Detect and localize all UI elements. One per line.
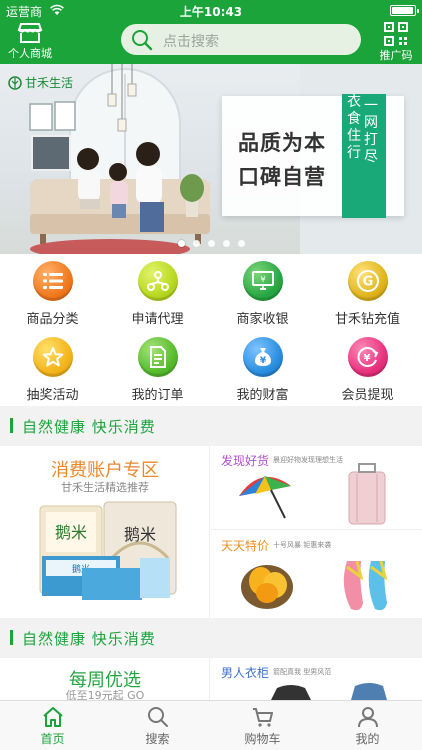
menu-item-my-orders[interactable]: 我的订单: [105, 330, 210, 406]
withdraw-icon: ¥: [347, 337, 388, 377]
feature-menu-grid: 商品分类 申请代理 ¥ 商家收银 G 甘禾钻充值 抽奖活动 我的订单 ¥ 我的财…: [0, 254, 422, 406]
menu-item-diamond-recharge[interactable]: G 甘禾钻充值: [315, 254, 420, 330]
app-screen: 运营商 上午10:43 个人商城 点击搜索 推广码 甘禾生活 品质为本 口碑自营…: [0, 0, 422, 750]
menu-item-label: 抽奖活动: [26, 388, 79, 403]
menu-item-label: 会员提现: [341, 388, 394, 403]
mango-sandals-image: [241, 560, 388, 611]
section-header: 自然健康 快乐消费: [0, 406, 422, 444]
bottom-tab-bar: 首页 搜索 购物车 我的: [0, 700, 422, 750]
tab-home[interactable]: 首页: [0, 701, 105, 750]
menu-item-label: 甘禾钻充值: [334, 312, 400, 327]
banner-logo-text: 甘禾生活: [25, 76, 74, 90]
menu-item-label: 申请代理: [131, 312, 184, 327]
menu-item-lottery[interactable]: 抽奖活动: [0, 330, 105, 406]
promo-code-label: 推广码: [379, 49, 413, 62]
header: 运营商 上午10:43 个人商城 点击搜索 推广码: [0, 0, 422, 64]
tab-label: 我的: [355, 732, 380, 746]
svg-text:¥: ¥: [260, 275, 265, 284]
section-header: 自然健康 快乐消费: [0, 618, 422, 656]
star-icon: [32, 337, 73, 377]
tab-profile[interactable]: 我的: [315, 701, 420, 750]
menu-item-label: 商家收银: [236, 312, 289, 327]
network-icon: [137, 261, 178, 301]
banner-slogan-col2: 衣食住行: [347, 94, 361, 161]
banner-logo: 甘禾生活: [8, 74, 73, 91]
person-icon: [357, 707, 378, 728]
tab-cart[interactable]: 购物车: [210, 701, 315, 750]
tab-label: 搜索: [145, 732, 170, 746]
status-bar: 运营商 上午10:43: [0, 0, 422, 20]
money-bag-icon: ¥: [242, 337, 283, 377]
brand-logo-icon: [8, 75, 22, 90]
mens-wardrobe-tile[interactable]: 男人衣柜 箭配真我 型男风范: [211, 658, 422, 700]
svg-text:¥: ¥: [259, 356, 266, 366]
carousel-dot[interactable]: [192, 240, 200, 247]
personal-shop-label: 个人商城: [8, 47, 52, 60]
shop-icon: [17, 23, 43, 43]
carousel-dot[interactable]: [177, 240, 185, 247]
carousel-indicator: [0, 232, 422, 251]
home-icon: [42, 707, 63, 727]
search-placeholder: 点击搜索: [163, 34, 219, 50]
menu-item-label: 商品分类: [26, 312, 79, 327]
promo-code-button[interactable]: 推广码: [374, 20, 418, 64]
banner-carousel[interactable]: 甘禾生活 品质为本 口碑自营 一网打尽 衣食住行: [0, 64, 422, 254]
tab-label: 购物车: [244, 732, 281, 746]
svg-text:¥: ¥: [363, 353, 370, 364]
menu-item-member-withdraw[interactable]: ¥ 会员提现: [315, 330, 420, 406]
cart-icon: [252, 708, 273, 727]
weekly-picks-tile[interactable]: 每周优选 低至19元起 GO: [0, 658, 210, 700]
promo-subtitle: 低至19元起 GO: [65, 689, 145, 700]
list-icon: [32, 261, 73, 301]
cashier-monitor-icon: ¥: [242, 261, 283, 301]
section-title: 自然健康 快乐消费: [22, 630, 156, 648]
banner-headline-line1: 品质为本: [238, 131, 326, 155]
carousel-dot[interactable]: [207, 240, 215, 247]
section-title: 自然健康 快乐消费: [22, 418, 156, 436]
rice-products-image: 鹅米 鹅米 鹅米: [39, 501, 177, 600]
menswear-image: [271, 683, 387, 700]
carousel-dot[interactable]: [222, 240, 230, 247]
coin-icon: G: [347, 261, 388, 301]
promo-subtitle: 甘禾生活精选推荐: [61, 481, 149, 494]
menu-item-label: 我的财富: [236, 388, 289, 403]
discover-goods-tile[interactable]: 发现好货 晨迎好物发现理想生活: [211, 446, 422, 530]
personal-shop-button[interactable]: 个人商城: [4, 20, 56, 64]
consumer-account-zone[interactable]: 消费账户专区 甘禾生活精选推荐 鹅米 鹅米 鹅米: [0, 446, 210, 618]
search-icon: [132, 30, 153, 51]
battery-icon: [390, 5, 419, 16]
search-bar[interactable]: 点击搜索: [121, 24, 361, 55]
qr-code-icon: [384, 22, 408, 46]
status-time: 上午10:43: [179, 5, 243, 19]
order-document-icon: [137, 337, 178, 377]
section-accent-bar: [10, 630, 13, 645]
daily-special-tile[interactable]: 天天特价 十号风暴 钜惠来袭: [211, 531, 422, 616]
promo-block-1: 消费账户专区 甘禾生活精选推荐 鹅米 鹅米 鹅米 发现好货 晨迎好物发现理想生活: [0, 446, 422, 618]
banner-slogan-col1: 一网打尽: [364, 98, 378, 165]
section-accent-bar: [10, 418, 13, 433]
svg-text:鹅米: 鹅米: [124, 525, 156, 544]
search-icon: [147, 707, 168, 727]
menu-item-label: 我的订单: [131, 388, 184, 403]
banner-headline-line2: 口碑自营: [238, 165, 326, 189]
menu-item-merchant-cashier[interactable]: ¥ 商家收银: [210, 254, 315, 330]
menu-item-category[interactable]: 商品分类: [0, 254, 105, 330]
menu-item-my-wealth[interactable]: ¥ 我的财富: [210, 330, 315, 406]
tab-label: 首页: [40, 732, 65, 746]
banner-slogan-strip: 一网打尽 衣食住行: [342, 94, 386, 218]
carousel-dot[interactable]: [237, 240, 245, 247]
promo-block-2: 每周优选 低至19元起 GO 男人衣柜 箭配真我 型男风范: [0, 658, 422, 700]
tab-search[interactable]: 搜索: [105, 701, 210, 750]
svg-text:G: G: [362, 275, 373, 290]
menu-item-apply-agent[interactable]: 申请代理: [105, 254, 210, 330]
svg-text:鹅米: 鹅米: [55, 523, 87, 542]
banner-headline: 品质为本 口碑自营: [238, 126, 326, 194]
umbrella-luggage-image: [239, 463, 386, 525]
